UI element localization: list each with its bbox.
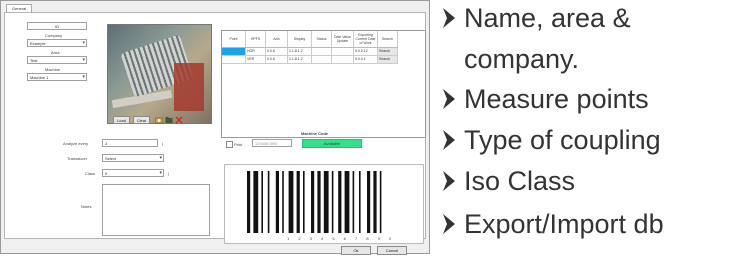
- machine-label: Machine: [45, 67, 61, 72]
- table-header-point: Point: [222, 31, 246, 48]
- delete-icon[interactable]: [175, 116, 183, 124]
- barcode-panel: 1 2 3 4 5 6 7 8 9 0: [224, 164, 424, 244]
- transducer-label: Transducer: [67, 156, 88, 161]
- table-cell[interactable]: 1.1.8.1.2: [288, 48, 312, 56]
- table-cell[interactable]: 9.0.0.1: [354, 56, 378, 64]
- table-header-date-value: Date Value Update: [332, 31, 354, 48]
- table-cell[interactable]: 0.0.8: [266, 56, 288, 64]
- table-cell-point[interactable]: [222, 56, 246, 64]
- transducer-select[interactable]: Select: [102, 154, 164, 162]
- bullet-text: Name, area &: [464, 2, 631, 33]
- table-cell[interactable]: 0.0.8: [266, 48, 288, 56]
- table-cell[interactable]: [332, 56, 354, 64]
- table-cell[interactable]: 1.1.8.1.2: [288, 56, 312, 64]
- notes-textarea[interactable]: [102, 184, 210, 236]
- barcode-digits: 1 2 3 4 5 6 7 8 9 0: [287, 236, 396, 241]
- analyze-stepper[interactable]: 3: [102, 139, 158, 147]
- class-unit: |: [168, 171, 170, 176]
- bullet-item: Measure points: [442, 83, 649, 115]
- table-cell[interactable]: 9.0.0.12: [354, 48, 378, 56]
- barcode-graphic: [247, 171, 382, 233]
- chevron-right-icon: [443, 130, 455, 150]
- bullet-text: Iso Class: [464, 165, 576, 196]
- bullet-item: Name, area &: [442, 2, 631, 34]
- bullet-item: Type of coupling: [442, 124, 661, 156]
- general-panel: ID Company Example Area Test Machine Mac…: [4, 12, 426, 255]
- tab-general[interactable]: General: [6, 4, 33, 12]
- chevron-right-icon: [443, 171, 455, 191]
- print-label: Print: [234, 142, 243, 147]
- notes-label: Notes: [81, 204, 92, 209]
- camera-icon[interactable]: [155, 116, 163, 124]
- id-field[interactable]: ID: [27, 22, 87, 30]
- search-button[interactable]: Search: [378, 48, 398, 56]
- table-cell[interactable]: [312, 56, 332, 64]
- clear-photo-button[interactable]: Clear: [133, 116, 150, 124]
- company-label: Company: [45, 33, 63, 38]
- area-label: Area: [51, 50, 60, 55]
- bullet-text: company.: [464, 43, 580, 74]
- chevron-right-icon: [443, 214, 455, 234]
- cancel-button[interactable]: Cancel: [377, 246, 407, 255]
- machine-code-field[interactable]: 1234567890: [252, 139, 292, 147]
- folder-icon[interactable]: [165, 116, 173, 124]
- machine-select[interactable]: Machine 1: [27, 73, 87, 81]
- table-cell[interactable]: HOR: [246, 48, 266, 56]
- chevron-right-icon: [443, 8, 455, 28]
- class-select[interactable]: II: [102, 169, 164, 177]
- analyze-unit: |: [162, 141, 164, 146]
- table-header-search: Search: [378, 31, 398, 48]
- table-header-display: Display: [288, 31, 312, 48]
- measure-points-table: Point HPFS Axis Display Status Date Valu…: [221, 30, 426, 138]
- bullet-text: Measure points: [464, 83, 649, 114]
- load-photo-button[interactable]: Load: [113, 116, 130, 124]
- bullet-item: Export/Import db: [442, 208, 664, 240]
- machine-photo: [107, 24, 212, 124]
- chevron-right-icon: [443, 89, 455, 109]
- photo-frame: [174, 63, 204, 111]
- bullet-text: Export/Import db: [464, 208, 664, 239]
- table-header-axis: Axis: [266, 31, 288, 48]
- table-header-exporting: Exporting Current Date of Work: [354, 31, 378, 48]
- table-cell[interactable]: [312, 48, 332, 56]
- table-header-status: Status: [312, 31, 332, 48]
- bullet-item: Iso Class: [442, 165, 575, 197]
- company-select[interactable]: Example: [27, 39, 87, 47]
- bullet-item-continuation: company.: [464, 43, 579, 75]
- area-select[interactable]: Test: [27, 56, 87, 64]
- print-checkbox[interactable]: [226, 141, 233, 148]
- table-cell-point[interactable]: [222, 48, 246, 56]
- table-header-hpfs: HPFS: [246, 31, 266, 48]
- availability-status: Available: [302, 139, 362, 148]
- machine-config-window: General ID Company Example Area Test Mac…: [0, 0, 430, 255]
- table-cell[interactable]: VER: [246, 56, 266, 64]
- bullet-text: Type of coupling: [464, 124, 661, 155]
- table-cell[interactable]: [332, 48, 354, 56]
- search-button[interactable]: Search: [378, 56, 398, 64]
- class-label: Class: [85, 171, 96, 176]
- machine-code-title: Machine Code: [301, 131, 329, 136]
- ok-button[interactable]: Ok: [341, 246, 371, 255]
- analyze-label: Analyze every: [63, 141, 89, 146]
